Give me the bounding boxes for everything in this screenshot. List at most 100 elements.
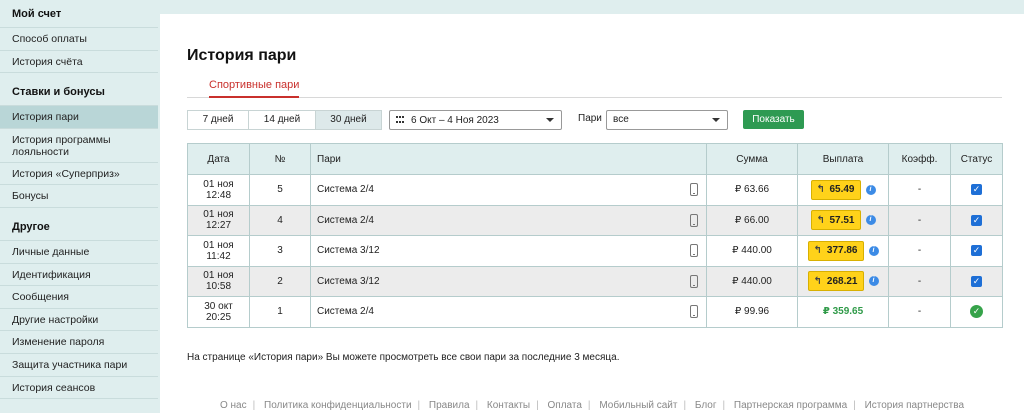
- sidebar-section-title: Мой счет: [0, 0, 158, 28]
- sidebar: Мой счет Способ оплаты История счёта Ста…: [0, 0, 158, 413]
- calendar-icon: [396, 116, 406, 124]
- bet-cell[interactable]: Система 2/4: [310, 296, 707, 328]
- bet-name: Система 3/12: [317, 245, 380, 257]
- sidebar-item-bet-history[interactable]: История пари: [0, 106, 158, 129]
- payout-cell: ↰ 377.86 i: [797, 235, 889, 267]
- row-date: 01 ноя: [203, 209, 234, 221]
- cashout-button[interactable]: ↰ 268.21: [807, 271, 864, 292]
- checkbox-checked-icon[interactable]: ✓: [971, 275, 982, 287]
- status-cell: ✓: [950, 296, 1003, 328]
- table-row[interactable]: 30 окт 20:25 1 Система 2/4 ₽ 99.96 ₽ 359.…: [187, 296, 1003, 328]
- bet-name: Система 2/4: [317, 214, 374, 226]
- sidebar-item-personal-data[interactable]: Личные данные: [0, 241, 158, 264]
- footer-link-rules[interactable]: Правила: [429, 400, 470, 411]
- footer-link-privacy[interactable]: Политика конфиденциальности: [264, 400, 412, 411]
- sidebar-item-other-settings[interactable]: Другие настройки: [0, 309, 158, 332]
- bets-filter-label: Пари: [578, 113, 602, 124]
- number-cell: 2: [249, 265, 311, 297]
- sidebar-section-title: Другое: [0, 213, 158, 241]
- status-cell: ✓: [950, 174, 1003, 206]
- sidebar-item-bonuses[interactable]: Бонусы: [0, 185, 158, 208]
- row-date: 01 ноя: [203, 178, 234, 190]
- coef-cell: -: [888, 296, 951, 328]
- info-icon[interactable]: i: [865, 184, 876, 195]
- coef-cell: -: [888, 265, 951, 297]
- table-row[interactable]: 01 ноя 10:58 2 Система 3/12 ₽ 440.00 ↰ 268…: [187, 265, 1003, 297]
- footer-link-contacts[interactable]: Контакты: [487, 400, 530, 411]
- row-date: 01 ноя: [203, 270, 234, 282]
- footer-link-mobile[interactable]: Мобильный сайт: [599, 400, 677, 411]
- cashout-arrow-icon: ↰: [813, 245, 822, 257]
- amount-cell: ₽ 63.66: [706, 174, 798, 206]
- sidebar-item-loyalty-history[interactable]: История программы лояльности: [0, 129, 158, 163]
- sidebar-item-change-password[interactable]: Изменение пароля: [0, 331, 158, 354]
- amount-cell: ₽ 66.00: [706, 204, 798, 236]
- bet-cell[interactable]: Система 2/4: [310, 204, 707, 236]
- checkbox-checked-icon[interactable]: ✓: [971, 245, 982, 257]
- cashout-arrow-icon: ↰: [816, 214, 825, 226]
- info-icon[interactable]: i: [868, 245, 879, 256]
- column-header-status[interactable]: Статус: [950, 143, 1003, 175]
- table-row[interactable]: 01 ноя 12:48 5 Система 2/4 ₽ 63.66 ↰ 65.49…: [187, 174, 1003, 206]
- bet-name: Система 2/4: [317, 184, 374, 196]
- date-cell: 01 ноя 12:27: [187, 204, 250, 236]
- number-cell: 3: [249, 235, 311, 267]
- payout-value: 268.21: [826, 275, 858, 287]
- cashout-arrow-icon: ↰: [813, 275, 822, 287]
- sidebar-item-superprize-history[interactable]: История «Суперприз»: [0, 163, 158, 186]
- footer-link-partner-history[interactable]: История партнерства: [865, 400, 964, 411]
- sidebar-item-account-history[interactable]: История счёта: [0, 51, 158, 74]
- bet-cell[interactable]: Система 3/12: [310, 265, 707, 297]
- column-header-bet[interactable]: Пари: [310, 143, 707, 175]
- table-row[interactable]: 01 ноя 12:27 4 Система 2/4 ₽ 66.00 ↰ 57.51…: [187, 204, 1003, 236]
- checkbox-checked-icon[interactable]: ✓: [971, 214, 982, 226]
- row-time: 10:58: [205, 281, 232, 293]
- date-cell: 01 ноя 11:42: [187, 235, 250, 267]
- mobile-icon: [690, 183, 698, 196]
- column-header-payout[interactable]: Выплата: [797, 143, 889, 175]
- tab-sports-bets[interactable]: Спортивные пари: [209, 79, 300, 98]
- cashout-button[interactable]: ↰ 57.51: [810, 210, 861, 231]
- column-header-coef[interactable]: Коэфф.: [888, 143, 951, 175]
- sidebar-item-payment-method[interactable]: Способ оплаты: [0, 28, 158, 51]
- footer-link-blog[interactable]: Блог: [695, 400, 717, 411]
- row-date: 30 окт: [204, 300, 233, 312]
- checkbox-checked-icon[interactable]: ✓: [971, 184, 982, 196]
- period-30-days-button[interactable]: 30 дней: [316, 111, 381, 129]
- row-time: 12:27: [205, 220, 232, 232]
- date-cell: 01 ноя 10:58: [187, 265, 250, 297]
- column-header-date[interactable]: Дата: [187, 143, 250, 175]
- payout-value: 65.49: [829, 184, 855, 196]
- info-icon[interactable]: i: [868, 276, 879, 287]
- footer-link-partner-program[interactable]: Партнерская программа: [734, 400, 847, 411]
- column-header-number[interactable]: №: [249, 143, 311, 175]
- table-header-row: Дата № Пари Сумма Выплата Коэфф. Статус: [187, 143, 1003, 175]
- sidebar-item-messages[interactable]: Сообщения: [0, 286, 158, 309]
- history-note: На странице «История пари» Вы можете про…: [187, 352, 620, 363]
- sidebar-item-session-history[interactable]: История сеансов: [0, 377, 158, 400]
- period-14-days-button[interactable]: 14 дней: [249, 111, 316, 129]
- info-icon[interactable]: i: [865, 215, 876, 226]
- cashout-button[interactable]: ↰ 377.86: [807, 240, 864, 261]
- bet-cell[interactable]: Система 3/12: [310, 235, 707, 267]
- chevron-down-icon: [546, 118, 554, 122]
- payout-cell: ↰ 57.51 i: [797, 204, 889, 236]
- footer-link-about[interactable]: О нас: [220, 400, 247, 411]
- column-header-amount[interactable]: Сумма: [706, 143, 798, 175]
- period-7-days-button[interactable]: 7 дней: [188, 111, 249, 129]
- footer-links: О нас | Политика конфиденциальности | Прав…: [219, 400, 965, 411]
- payout-cell: ₽ 359.65: [797, 296, 889, 328]
- date-cell: 30 окт 20:25: [187, 296, 250, 328]
- footer-link-payment[interactable]: Оплата: [548, 400, 582, 411]
- table-row[interactable]: 01 ноя 11:42 3 Система 3/12 ₽ 440.00 ↰ 377…: [187, 235, 1003, 267]
- sidebar-item-identification[interactable]: Идентификация: [0, 264, 158, 287]
- show-button[interactable]: Показать: [743, 110, 804, 129]
- bet-cell[interactable]: Система 2/4: [310, 174, 707, 206]
- bets-filter-select[interactable]: все: [606, 110, 728, 130]
- cashout-button[interactable]: ↰ 65.49: [810, 179, 861, 200]
- amount-cell: ₽ 440.00: [706, 265, 798, 297]
- date-range-picker[interactable]: 6 Окт – 4 Ноя 2023: [389, 110, 562, 130]
- cashout-arrow-icon: ↰: [816, 184, 825, 196]
- sidebar-item-player-protection[interactable]: Защита участника пари: [0, 354, 158, 377]
- coef-cell: -: [888, 174, 951, 206]
